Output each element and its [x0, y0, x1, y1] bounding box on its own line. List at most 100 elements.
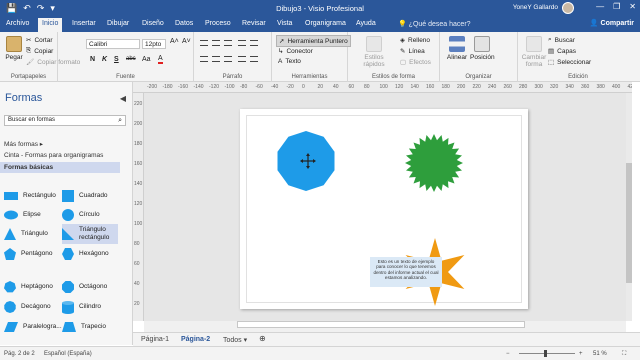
maximize-button[interactable]: ❐: [613, 2, 620, 11]
tab-dibujar[interactable]: Dibujar: [107, 20, 129, 27]
tab-archivo[interactable]: Archivo: [6, 20, 29, 27]
edit-group: Cambiar forma ⌕ Buscar ▤ Capas ⬚ Selecciona…: [518, 32, 638, 82]
shape-octagon[interactable]: Octágono: [62, 279, 120, 295]
connector-tool-button[interactable]: ↳ Conector: [276, 46, 315, 56]
increase-indent-icon[interactable]: [250, 40, 258, 46]
ruler-tick-label: 140: [134, 181, 143, 187]
sample-textbox[interactable]: Esto es un texto de ejemplo para conocer…: [370, 257, 442, 287]
category-more-shapes[interactable]: Más formas ▸: [4, 140, 43, 148]
ribbon-tabs: Archivo Inicio Insertar Dibujar Diseño D…: [0, 17, 640, 32]
shapes-search-input[interactable]: Buscar en formas ⌕: [4, 115, 126, 126]
zoom-level[interactable]: 51 %: [593, 351, 607, 357]
avatar[interactable]: [562, 2, 574, 14]
tab-pagina-1[interactable]: Página-1: [141, 336, 169, 343]
change-shape-button[interactable]: Cambiar forma: [520, 36, 548, 68]
zoom-slider[interactable]: [519, 353, 575, 354]
tab-organigrama[interactable]: Organigrama: [305, 20, 346, 27]
align-bottom-icon[interactable]: [224, 40, 232, 46]
category-basic-shapes[interactable]: Formas básicas: [0, 162, 120, 173]
shape-circle[interactable]: Círculo: [62, 207, 120, 223]
horizontal-scrollbar[interactable]: [237, 321, 525, 328]
line-button[interactable]: ✎ Línea: [400, 47, 425, 56]
tab-todos[interactable]: Todos ▾: [223, 336, 247, 344]
ruler-tick-label: 140: [410, 84, 419, 90]
collapse-panel-icon[interactable]: ◀: [120, 94, 126, 103]
seal-shape[interactable]: [404, 133, 464, 193]
tab-proceso[interactable]: Proceso: [205, 20, 231, 27]
ruler-tick-label: 420: [627, 84, 633, 90]
shape-triangle[interactable]: Triángulo: [4, 226, 62, 242]
text-tool-button[interactable]: A Texto: [276, 57, 303, 66]
tab-insertar[interactable]: Insertar: [72, 20, 96, 27]
tab-datos[interactable]: Datos: [175, 20, 193, 27]
tab-vista[interactable]: Vista: [277, 20, 292, 27]
shape-decagon[interactable]: Decágono: [4, 299, 62, 315]
align-center-icon[interactable]: [212, 56, 220, 62]
font-color-button[interactable]: A: [158, 55, 163, 64]
tab-revisar[interactable]: Revisar: [242, 20, 266, 27]
tell-me-search[interactable]: 💡 ¿Qué desea hacer?: [398, 20, 471, 28]
align-right-icon[interactable]: [224, 56, 232, 62]
drawing-canvas[interactable]: Esto es un texto de ejemplo para conocer…: [144, 93, 626, 321]
language-indicator[interactable]: Español (España): [44, 351, 92, 357]
vertical-scrollbar[interactable]: [626, 93, 632, 321]
shape-trapezoid[interactable]: Trapecio: [62, 319, 120, 335]
search-icon[interactable]: ⌕: [118, 117, 122, 125]
shape-pentagon[interactable]: Pentágono: [4, 246, 62, 262]
tab-diseno[interactable]: Diseño: [142, 20, 164, 27]
hexagon-icon: [62, 248, 74, 260]
shape-parallelogram[interactable]: Paralelogra...: [4, 319, 62, 335]
tab-pagina-2[interactable]: Página-2: [181, 336, 210, 343]
justify-icon[interactable]: [238, 56, 246, 62]
bullets-icon[interactable]: [250, 56, 258, 62]
select-button[interactable]: ⬚ Seleccionar: [548, 58, 591, 67]
decrease-indent-icon[interactable]: [238, 40, 246, 46]
zoom-out-icon[interactable]: −: [506, 351, 510, 357]
zoom-slider-thumb[interactable]: [544, 350, 547, 357]
effects-button[interactable]: ▢ Efectos: [400, 58, 431, 67]
shrink-font-button[interactable]: A˅: [182, 38, 191, 45]
align-button[interactable]: Alinear: [445, 36, 469, 61]
close-button[interactable]: ✕: [629, 2, 636, 11]
zoom-in-icon[interactable]: +: [579, 351, 583, 357]
arrange-group: Alinear Posición Organizar: [440, 32, 518, 82]
shape-cylinder[interactable]: Cilindro: [62, 299, 120, 315]
bold-button[interactable]: N: [90, 56, 95, 63]
align-left-icon[interactable]: [200, 56, 208, 62]
add-page-icon[interactable]: ⊕: [259, 334, 266, 343]
category-org-chart-ribbon[interactable]: Cinta - Formas para organigramas: [4, 152, 103, 159]
grow-font-button[interactable]: A˄: [170, 38, 179, 45]
decagon-shape[interactable]: [274, 129, 338, 193]
font-size-select[interactable]: 12pto: [142, 39, 166, 49]
shape-hexagon[interactable]: Hexágono: [62, 246, 120, 262]
shape-square[interactable]: Cuadrado: [62, 188, 120, 204]
shape-right-triangle[interactable]: Triángulo rectángulo: [62, 224, 118, 244]
tab-inicio[interactable]: Inicio: [38, 18, 63, 32]
italic-button[interactable]: K: [102, 56, 107, 63]
minimize-button[interactable]: —: [596, 2, 604, 11]
align-middle-icon[interactable]: [212, 40, 220, 46]
underline-button[interactable]: S: [114, 56, 119, 63]
share-button[interactable]: 👤 Compartir: [590, 19, 634, 27]
paste-button[interactable]: Pegar: [3, 36, 25, 61]
user-name[interactable]: YoneY Gallardo: [513, 4, 558, 11]
align-top-icon[interactable]: [200, 40, 208, 46]
find-button[interactable]: ⌕ Buscar: [548, 36, 575, 44]
font-family-select[interactable]: Calibri: [86, 39, 140, 49]
position-button[interactable]: Posición: [470, 36, 495, 61]
cut-button[interactable]: ✂ Cortar: [26, 36, 53, 45]
drawing-page[interactable]: Esto es un texto de ejemplo para conocer…: [240, 109, 528, 309]
page-indicator[interactable]: Pág. 2 de 2: [4, 351, 35, 357]
layers-button[interactable]: ▤ Capas: [548, 47, 576, 56]
vertical-scroll-thumb[interactable]: [626, 163, 632, 283]
shape-heptagon[interactable]: Heptágono: [4, 279, 62, 295]
fill-button[interactable]: ◈ Relleno: [400, 36, 430, 45]
shape-rectangle[interactable]: Rectángulo: [4, 188, 62, 204]
copy-button[interactable]: ⎘ Copiar: [26, 47, 53, 55]
shape-ellipse[interactable]: Elipse: [4, 207, 62, 223]
strikethrough-button[interactable]: abc: [126, 56, 136, 62]
change-case-button[interactable]: Aa: [142, 56, 151, 63]
tab-ayuda[interactable]: Ayuda: [356, 20, 376, 27]
fit-page-icon[interactable]: ⛶: [622, 351, 626, 358]
quick-styles-button[interactable]: Estilos rápidos: [360, 36, 388, 68]
